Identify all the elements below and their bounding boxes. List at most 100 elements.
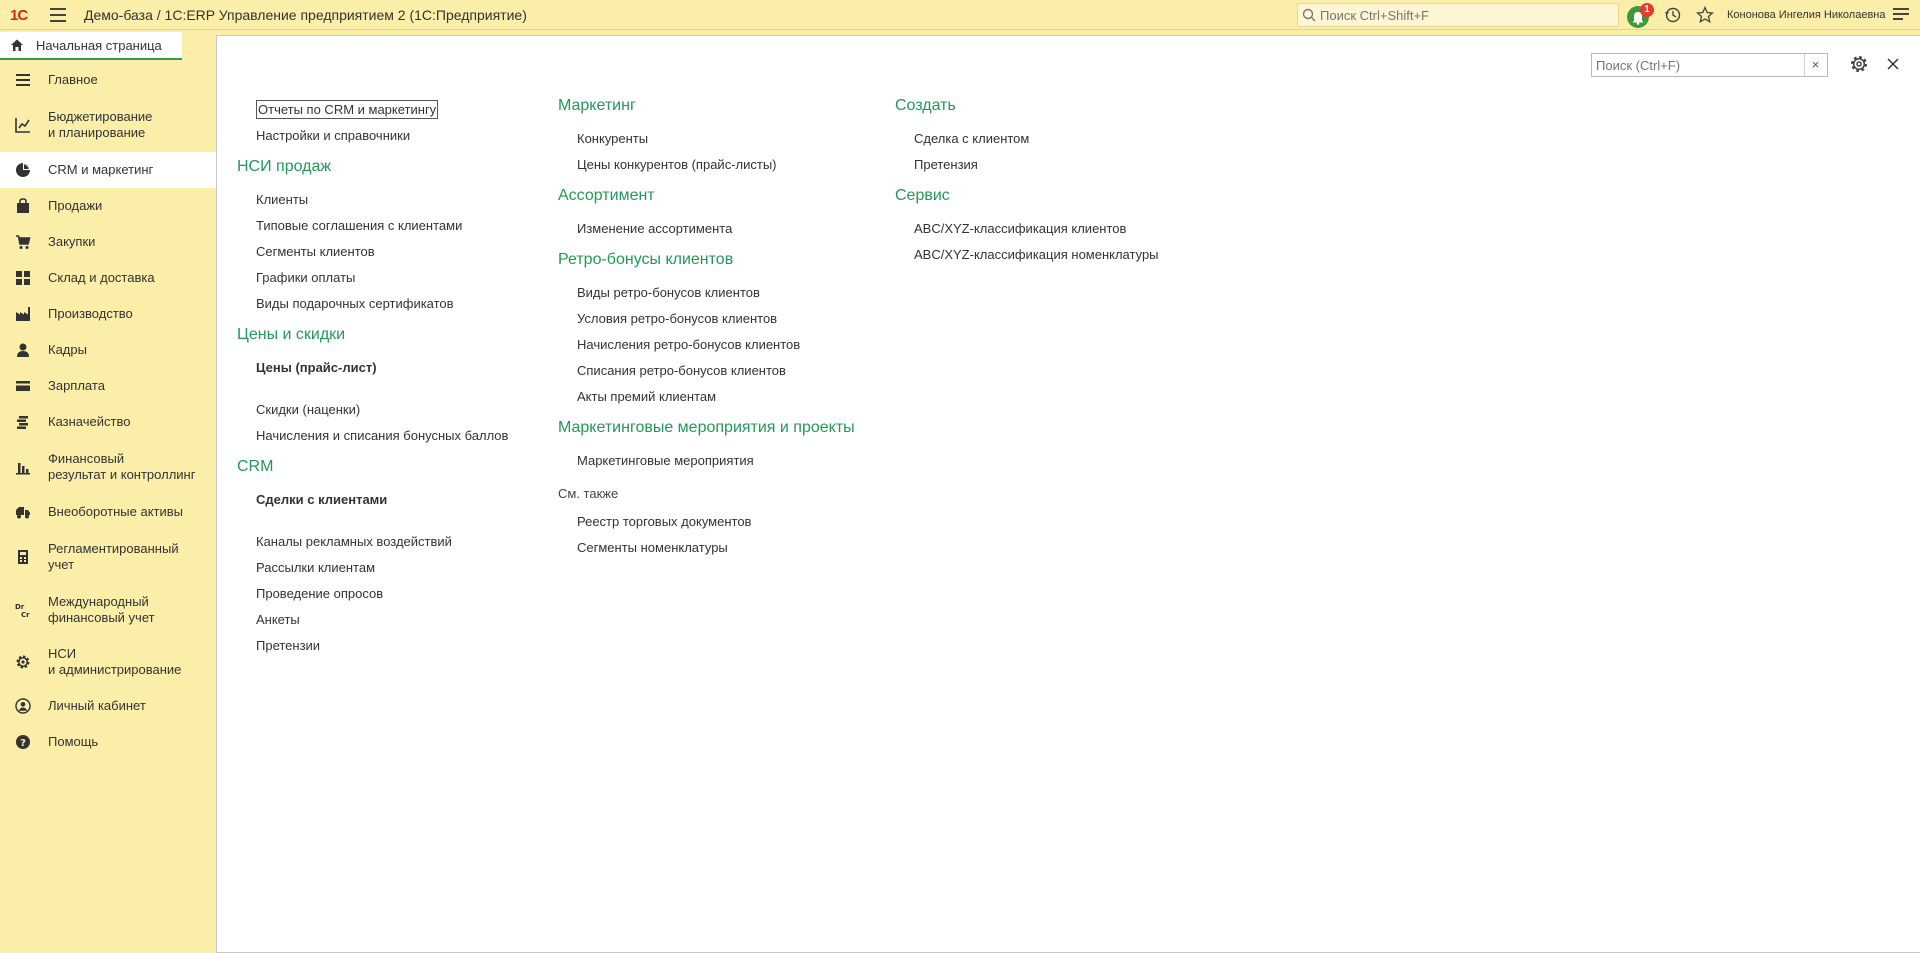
column-1: Отчеты по CRM и маркетингу Настройки и с… — [237, 99, 537, 659]
sidebar-item-fixed-assets[interactable]: Внеоборотные активы — [0, 494, 216, 530]
link-surveys[interactable]: Проведение опросов — [237, 581, 537, 607]
section-title-prices: Цены и скидки — [237, 326, 346, 343]
user-circle-icon — [15, 698, 31, 714]
link-retro-writeoffs[interactable]: Списания ретро-бонусов клиентов — [558, 358, 878, 384]
link-trade-docs-registry[interactable]: Реестр торговых документов — [558, 509, 878, 535]
svg-text:Cr: Cr — [21, 611, 30, 618]
link-payment-schedules[interactable]: Графики оплаты — [237, 265, 537, 291]
sidebar-item-production[interactable]: Производство — [0, 296, 216, 332]
sidebar-item-main[interactable]: Главное — [0, 62, 216, 98]
sidebar-item-sales[interactable]: Продажи — [0, 188, 216, 224]
tab-home-label: Начальная страница — [36, 37, 162, 53]
pie-icon — [16, 163, 30, 177]
factory-icon — [16, 307, 30, 321]
link-bonus-points[interactable]: Начисления и списания бонусных баллов — [237, 423, 537, 449]
link-retro-accruals[interactable]: Начисления ретро-бонусов клиентов — [558, 332, 878, 358]
notification-badge: 1 — [1640, 3, 1654, 17]
list-icon — [16, 74, 30, 86]
link-crm-reports[interactable]: Отчеты по CRM и маркетингу — [237, 97, 537, 123]
section-title-crm: CRM — [237, 458, 274, 475]
link-assortment-change[interactable]: Изменение ассортимента — [558, 216, 878, 242]
link-settings-catalogs[interactable]: Настройки и справочники — [237, 123, 537, 149]
sidebar-item-purchases[interactable]: Закупки — [0, 224, 216, 260]
person-icon — [17, 343, 29, 357]
user-name[interactable]: Кононова Ингелия Николаевна — [1727, 9, 1885, 21]
calculator-icon — [18, 550, 28, 564]
close-icon[interactable] — [1885, 56, 1901, 72]
section-title-marketing-events: Маркетинговые мероприятия и проекты — [558, 419, 855, 436]
section-panel: × Отчеты по CRM и маркетингу Настройки и… — [216, 35, 1920, 953]
link-clients[interactable]: Клиенты — [237, 187, 537, 213]
sidebar-item-personal-cabinet[interactable]: Личный кабинет — [0, 688, 216, 724]
search-icon — [1302, 8, 1316, 22]
panel-settings-gear-icon[interactable] — [1849, 54, 1869, 74]
sidebar-item-treasury[interactable]: Казначейство — [0, 404, 216, 440]
cart-icon — [16, 235, 31, 249]
section-title-assortment: Ассортимент — [558, 187, 655, 204]
panel-search[interactable]: × — [1591, 53, 1828, 77]
link-ad-channels[interactable]: Каналы рекламных воздействий — [237, 529, 537, 555]
sidebar-item-help[interactable]: ? Помощь — [0, 724, 216, 760]
sidebar-item-salary[interactable]: Зарплата — [0, 368, 216, 404]
grid-icon — [16, 271, 30, 285]
sidebar-item-crm[interactable]: CRM и маркетинг — [0, 152, 216, 188]
global-search[interactable] — [1297, 3, 1619, 27]
section-title-see-also: См. также — [558, 486, 619, 501]
coins-icon — [17, 416, 28, 429]
link-retro-conditions[interactable]: Условия ретро-бонусов клиентов — [558, 306, 878, 332]
sidebar-item-hr[interactable]: Кадры — [0, 332, 216, 368]
global-search-input[interactable] — [1320, 7, 1610, 23]
svg-text:?: ? — [20, 738, 26, 749]
link-discounts[interactable]: Скидки (наценки) — [237, 397, 537, 423]
sidebar-item-admin[interactable]: НСИ и администрирование — [0, 636, 216, 688]
gear-icon — [16, 655, 30, 669]
home-icon — [11, 39, 23, 51]
link-abc-clients[interactable]: ABC/XYZ-классификация клиентов — [895, 216, 1215, 242]
link-gift-certificate-types[interactable]: Виды подарочных сертификатов — [237, 291, 537, 317]
clear-search-button[interactable]: × — [1804, 54, 1826, 76]
link-prices[interactable]: Цены (прайс-лист) — [237, 355, 537, 381]
column-2: Маркетинг Конкуренты Цены конкурентов (п… — [558, 97, 878, 561]
bag-icon — [17, 198, 29, 213]
top-bar: 1С Демо-база / 1С:ERP Управление предпри… — [0, 0, 1920, 30]
history-icon[interactable] — [1664, 6, 1682, 24]
link-questionnaires[interactable]: Анкеты — [237, 607, 537, 633]
link-create-deal[interactable]: Сделка с клиентом — [895, 126, 1215, 152]
link-abc-nomenclature[interactable]: ABC/XYZ-классификация номенклатуры — [895, 242, 1215, 268]
sidebar-item-ifrs[interactable]: Dr Cr Международный финансовый учет — [0, 584, 216, 636]
link-retro-types[interactable]: Виды ретро-бонусов клиентов — [558, 280, 878, 306]
column-3: Создать Сделка с клиентом Претензия Серв… — [895, 97, 1215, 268]
section-title-nsi: НСИ продаж — [237, 158, 332, 175]
link-marketing-events[interactable]: Маркетинговые мероприятия — [558, 448, 878, 474]
link-create-claim[interactable]: Претензия — [895, 152, 1215, 178]
svg-text:Dr: Dr — [15, 603, 25, 611]
link-typical-agreements[interactable]: Типовые соглашения с клиентами — [237, 213, 537, 239]
panel-search-input[interactable] — [1592, 57, 1804, 73]
section-title-retro-bonuses: Ретро-бонусы клиентов — [558, 251, 734, 268]
favorites-star-icon[interactable] — [1696, 6, 1714, 24]
link-client-segments[interactable]: Сегменты клиентов — [237, 239, 537, 265]
link-mailings[interactable]: Рассылки клиентам — [237, 555, 537, 581]
sidebar-item-regulated-accounting[interactable]: Регламентированный учет — [0, 530, 216, 584]
settings-menu-button[interactable] — [1893, 8, 1909, 22]
link-bonus-acts[interactable]: Акты премий клиентам — [558, 384, 878, 410]
truck-icon — [16, 507, 30, 519]
window-title: Демо-база / 1С:ERP Управление предприяти… — [84, 7, 527, 23]
card-icon — [16, 381, 30, 391]
notifications-button[interactable]: 1 — [1627, 3, 1654, 28]
app-logo: 1С — [10, 7, 28, 24]
help-icon: ? — [16, 735, 30, 749]
sidebar-item-financial-result[interactable]: Финансовый результат и контроллинг — [0, 440, 216, 494]
link-claims[interactable]: Претензии — [237, 633, 537, 659]
main-menu-button[interactable] — [50, 8, 66, 22]
sections-sidebar: Главное Бюджетирование и планирование CR… — [0, 62, 216, 953]
sidebar-item-warehouse[interactable]: Склад и доставка — [0, 260, 216, 296]
tab-home[interactable]: Начальная страница — [0, 32, 182, 60]
sidebar-item-budgeting[interactable]: Бюджетирование и планирование — [0, 98, 216, 152]
link-competitors[interactable]: Конкуренты — [558, 126, 878, 152]
link-nomenclature-segments[interactable]: Сегменты номенклатуры — [558, 535, 878, 561]
link-client-deals[interactable]: Сделки с клиентами — [237, 487, 537, 513]
link-competitor-prices[interactable]: Цены конкурентов (прайс-листы) — [558, 152, 878, 178]
section-title-create: Создать — [895, 97, 956, 114]
drcr-icon: DrCr — [15, 603, 30, 618]
